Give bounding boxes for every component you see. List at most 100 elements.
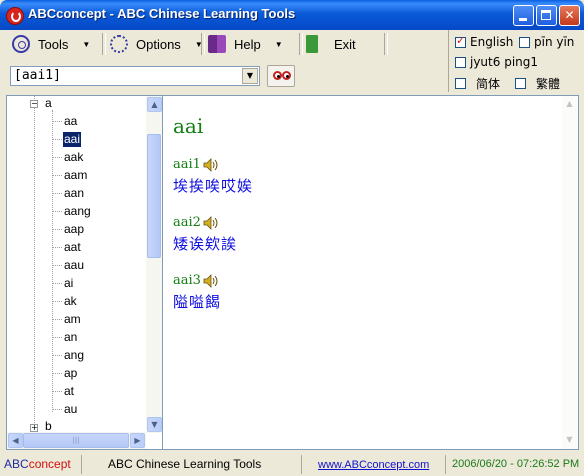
tools-label: Tools [38, 36, 69, 52]
syllable-tree[interactable]: − a aa aai aak aam aan aang aap aat aau ai ak am an a… [6, 95, 163, 450]
exit-label: Exit [334, 36, 356, 52]
combo-dropdown-button[interactable]: ▼ [242, 68, 258, 84]
pinyin-option[interactable]: pīn yīn [519, 35, 574, 49]
tree-node-at[interactable]: at [63, 384, 75, 399]
jyutping-option[interactable]: jyut6 ping1 [455, 55, 538, 69]
jyutping-label: jyut6 ping1 [470, 55, 539, 69]
simplified-checkbox[interactable] [455, 78, 466, 89]
scroll-right-arrow-icon[interactable]: ▶ [130, 433, 145, 448]
syllable-heading: aai [173, 114, 204, 138]
tree-horizontal-scrollbar[interactable]: ◀ ||| ▶ [7, 432, 146, 449]
tree-guide-line [53, 391, 62, 393]
speaker-icon[interactable] [203, 273, 220, 288]
syllable-text: aai3 [173, 273, 201, 288]
tree-node-ap[interactable]: ap [63, 366, 78, 381]
tree-node-an[interactable]: an [63, 330, 78, 345]
pinyin-checkbox[interactable] [519, 36, 530, 48]
content-vertical-scrollbar[interactable]: ▲ ▼ [562, 96, 578, 449]
simplified-option[interactable]: 简体 [455, 75, 500, 92]
syllable-entry-label: aai1 [173, 157, 220, 172]
maximize-icon [541, 10, 551, 20]
tree-node-aak[interactable]: aak [63, 150, 84, 165]
tree-guide-line [53, 157, 62, 159]
tree-node-ak[interactable]: ak [63, 294, 78, 309]
tree-guide-line [53, 247, 62, 249]
tree-node-a[interactable]: a [44, 96, 53, 111]
display-options-panel: English pīn yīn jyut6 ping1 简体 繁體 [448, 30, 581, 92]
tree-node-au[interactable]: au [63, 402, 78, 417]
toolbar-separator [299, 33, 303, 55]
search-combobox[interactable]: [aai1] ▼ [10, 66, 260, 86]
tree-scroll-thumb[interactable] [147, 134, 161, 258]
expand-b-icon[interactable]: + [30, 424, 38, 432]
tree-node-aa[interactable]: aa [63, 114, 78, 129]
lookup-button[interactable] [267, 65, 295, 87]
tree-guide-line [53, 355, 62, 357]
tree-node-aam[interactable]: aam [63, 168, 88, 183]
status-bar: ABCconcept ABC Chinese Learning Tools ww… [0, 452, 584, 476]
close-button[interactable]: ✕ [559, 5, 580, 26]
collapse-a-icon[interactable]: − [30, 100, 38, 108]
tree-hscroll-thumb[interactable]: ||| [23, 433, 129, 448]
pinyin-label: pīn yīn [534, 35, 575, 49]
scroll-up-arrow-icon[interactable]: ▲ [562, 97, 577, 112]
help-dropdown-arrow-icon[interactable]: ▼ [275, 40, 283, 49]
tree-node-aat[interactable]: aat [63, 240, 82, 255]
tree-guide-line [53, 211, 62, 213]
speaker-icon[interactable] [203, 215, 220, 230]
eye-icon [282, 71, 291, 80]
tree-node-am[interactable]: am [63, 312, 82, 327]
scroll-down-arrow-icon[interactable]: ▼ [147, 417, 162, 432]
tree-node-aan[interactable]: aan [63, 186, 85, 201]
options-menu-button[interactable]: Options ▼ [110, 32, 203, 56]
character-list[interactable]: 隘嗌餲 [173, 291, 221, 312]
tree-node-ai[interactable]: ai [63, 276, 74, 291]
maximize-button[interactable] [536, 5, 557, 26]
tree-node-aang[interactable]: aang [63, 204, 92, 219]
search-input-value[interactable]: [aai1] [14, 68, 61, 83]
tree-guide-line [53, 337, 62, 339]
english-label: English [470, 35, 514, 49]
tree-vertical-scrollbar[interactable]: ▲ ▼ [146, 96, 162, 433]
window-title: ABCconcept - ABC Chinese Learning Tools [28, 6, 296, 21]
website-link[interactable]: www.ABCconcept.com [302, 455, 446, 474]
tools-menu-button[interactable]: Tools ▼ [12, 32, 90, 56]
traditional-label: 繁體 [536, 77, 561, 91]
tools-icon [12, 35, 30, 53]
app-logo-icon[interactable] [6, 7, 24, 25]
traditional-option[interactable]: 繁體 [515, 75, 560, 92]
character-list[interactable]: 埃挨唉哎娭 [173, 175, 253, 196]
tree-node-aai[interactable]: aai [63, 132, 82, 147]
english-option[interactable]: English [455, 34, 514, 49]
minimize-button[interactable] [513, 5, 534, 26]
tree-guide-line [53, 265, 62, 267]
options-icon [110, 35, 128, 53]
logo-part-abc: ABC [4, 457, 29, 471]
exit-button[interactable]: Exit [306, 32, 356, 56]
dictionary-content: aai aai1 埃挨唉哎娭 aai2 矮诶欸誒 aai3 隘嗌餲 ▲ ▼ [163, 95, 579, 450]
tree-guide-line [52, 110, 54, 412]
website-link-text[interactable]: www.ABCconcept.com [318, 459, 429, 471]
tree-node-aap[interactable]: aap [63, 222, 85, 237]
status-timestamp: 2006/06/20 - 07:26:52 PM [452, 458, 580, 470]
tree-node-aau[interactable]: aau [63, 258, 85, 273]
tools-dropdown-arrow-icon[interactable]: ▼ [82, 40, 90, 49]
tree-guide-line [53, 319, 62, 321]
help-menu-button[interactable]: Help ▼ [208, 32, 283, 56]
tree-node-ang[interactable]: ang [63, 348, 85, 363]
scroll-left-arrow-icon[interactable]: ◀ [8, 433, 23, 448]
english-checkbox[interactable] [455, 34, 466, 48]
title-bar[interactable]: ABCconcept - ABC Chinese Learning Tools … [0, 0, 584, 30]
syllable-text: aai1 [173, 157, 201, 172]
syllable-entry-label: aai2 [173, 215, 220, 230]
tree-guide-line [53, 175, 62, 177]
character-list[interactable]: 矮诶欸誒 [173, 233, 237, 254]
options-label: Options [136, 36, 181, 52]
scroll-down-arrow-icon[interactable]: ▼ [562, 433, 577, 448]
simplified-label: 简体 [476, 77, 501, 91]
speaker-icon[interactable] [203, 157, 220, 172]
jyutping-checkbox[interactable] [455, 56, 466, 68]
scroll-up-arrow-icon[interactable]: ▲ [147, 97, 162, 112]
tree-guide-line [53, 301, 62, 303]
traditional-checkbox[interactable] [515, 78, 526, 89]
